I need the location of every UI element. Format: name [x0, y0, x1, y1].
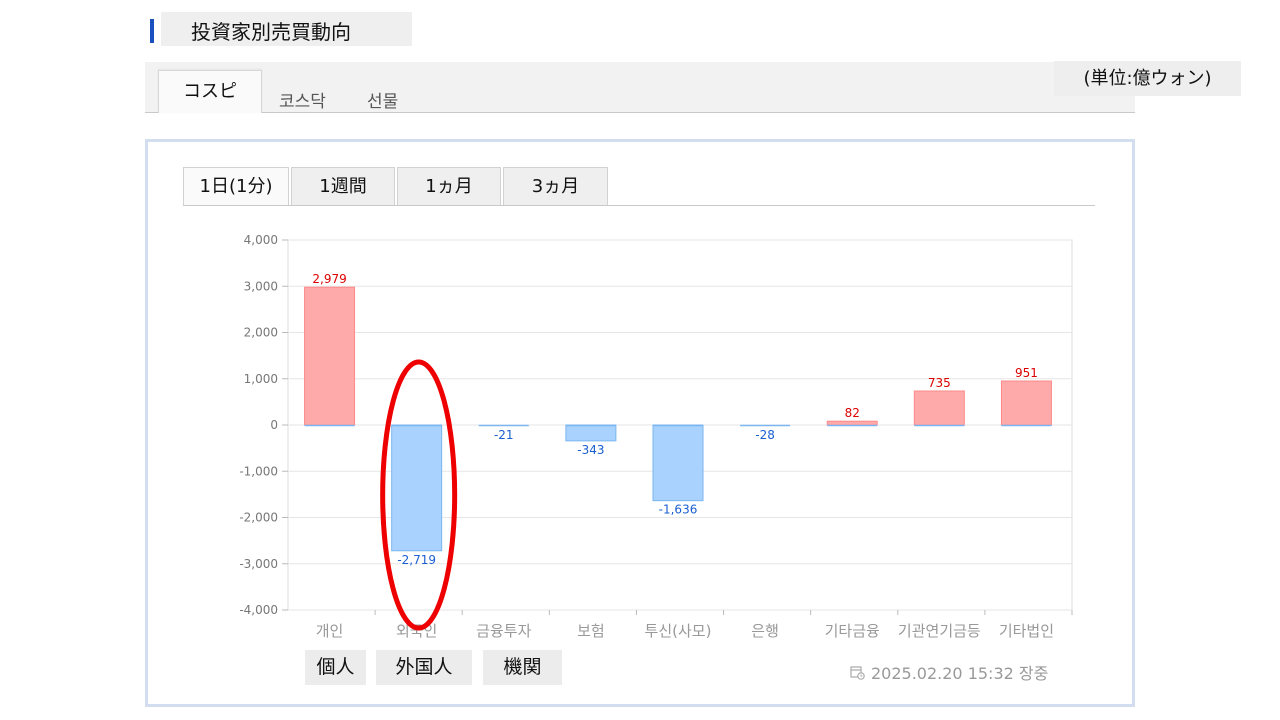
value-label: 735 [928, 376, 951, 390]
value-label: 82 [845, 406, 860, 420]
value-label: 2,979 [312, 272, 346, 286]
y-tick-label: -3,000 [239, 557, 278, 571]
y-tick-label: 4,000 [244, 233, 278, 247]
category-label: 보험 [577, 622, 605, 640]
bar [826, 420, 878, 426]
value-label: -28 [755, 428, 775, 442]
highlight-institution: 機関 [483, 650, 562, 685]
highlight-foreigner: 外国人 [376, 650, 472, 685]
timestamp: 2025.02.20 15:32 장중 [850, 660, 1048, 684]
value-label: 951 [1015, 366, 1038, 380]
y-tick-label: 2,000 [244, 326, 278, 340]
timestamp-text: 2025.02.20 15:32 장중 [871, 664, 1049, 683]
y-tick-label: 0 [270, 418, 278, 432]
category-label: 은행 [751, 622, 779, 640]
y-tick-label: 3,000 [244, 279, 278, 293]
category-label: 기타법인 [999, 622, 1054, 640]
calendar-clock-icon [850, 665, 865, 680]
bar [565, 424, 617, 442]
bar [304, 286, 356, 426]
investor-bar-chart: 4,000 3,000 2,000 1,000 0 -1,000 -2,000 -3,000 -… [239, 233, 1073, 640]
bar [913, 390, 965, 426]
y-tick-label: -1,000 [239, 464, 278, 478]
value-label: -2,719 [397, 553, 436, 567]
value-label: -1,636 [659, 503, 698, 517]
category-label: 기관연기금등 [898, 622, 981, 640]
category-label: 기타금융 [825, 622, 880, 640]
highlight-individual: 個人 [305, 650, 366, 685]
y-tick-label: -4,000 [239, 603, 278, 617]
value-label: -21 [494, 428, 514, 442]
bar [652, 424, 704, 502]
category-label: 투신(사모) [645, 622, 712, 640]
y-tick-label: -2,000 [239, 511, 278, 525]
bar [391, 424, 443, 552]
category-label: 개인 [316, 622, 344, 640]
bar [1000, 380, 1052, 426]
value-label: -343 [577, 443, 604, 457]
category-label: 금융투자 [476, 622, 531, 640]
category-label: 외국인 [396, 622, 437, 640]
y-tick-label: 1,000 [244, 372, 278, 386]
